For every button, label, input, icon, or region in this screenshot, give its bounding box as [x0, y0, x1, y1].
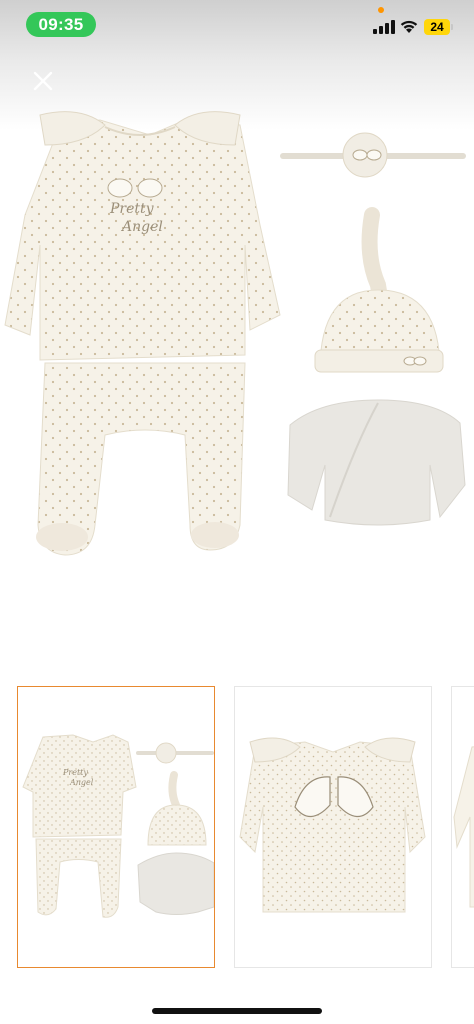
battery-level: 24	[424, 19, 450, 35]
headband	[280, 132, 466, 178]
knot-hat	[314, 207, 444, 373]
garment-text-line1: Pretty	[109, 201, 155, 217]
thumb-garment-text-line1: Pretty	[62, 768, 88, 777]
garment-text-line2: Angel	[120, 219, 163, 235]
wifi-icon	[400, 20, 418, 33]
battery-icon: 24	[424, 19, 454, 35]
thumb-garment-text-line2: Angel	[69, 778, 94, 787]
status-time: 09:35	[26, 12, 96, 37]
status-bar: 09:35 24	[0, 0, 474, 50]
home-indicator[interactable]	[152, 1008, 322, 1014]
close-button[interactable]	[28, 66, 58, 96]
close-icon	[33, 71, 53, 91]
privacy-indicator-dot	[378, 7, 384, 13]
footed-pants	[36, 362, 246, 556]
thumbnail-item-partial[interactable]	[451, 686, 474, 968]
main-product-image[interactable]: Pretty Angel	[0, 105, 474, 605]
thumbnail-selected[interactable]: Pretty Angel	[17, 686, 215, 968]
wrap-cardigan	[287, 399, 466, 526]
signal-icon	[373, 20, 395, 34]
battery-cap	[451, 24, 453, 30]
thumbnail-strip[interactable]: Pretty Angel	[0, 686, 474, 970]
thumbnail-item[interactable]	[234, 686, 432, 968]
bodysuit-top: Pretty Angel	[4, 111, 281, 361]
